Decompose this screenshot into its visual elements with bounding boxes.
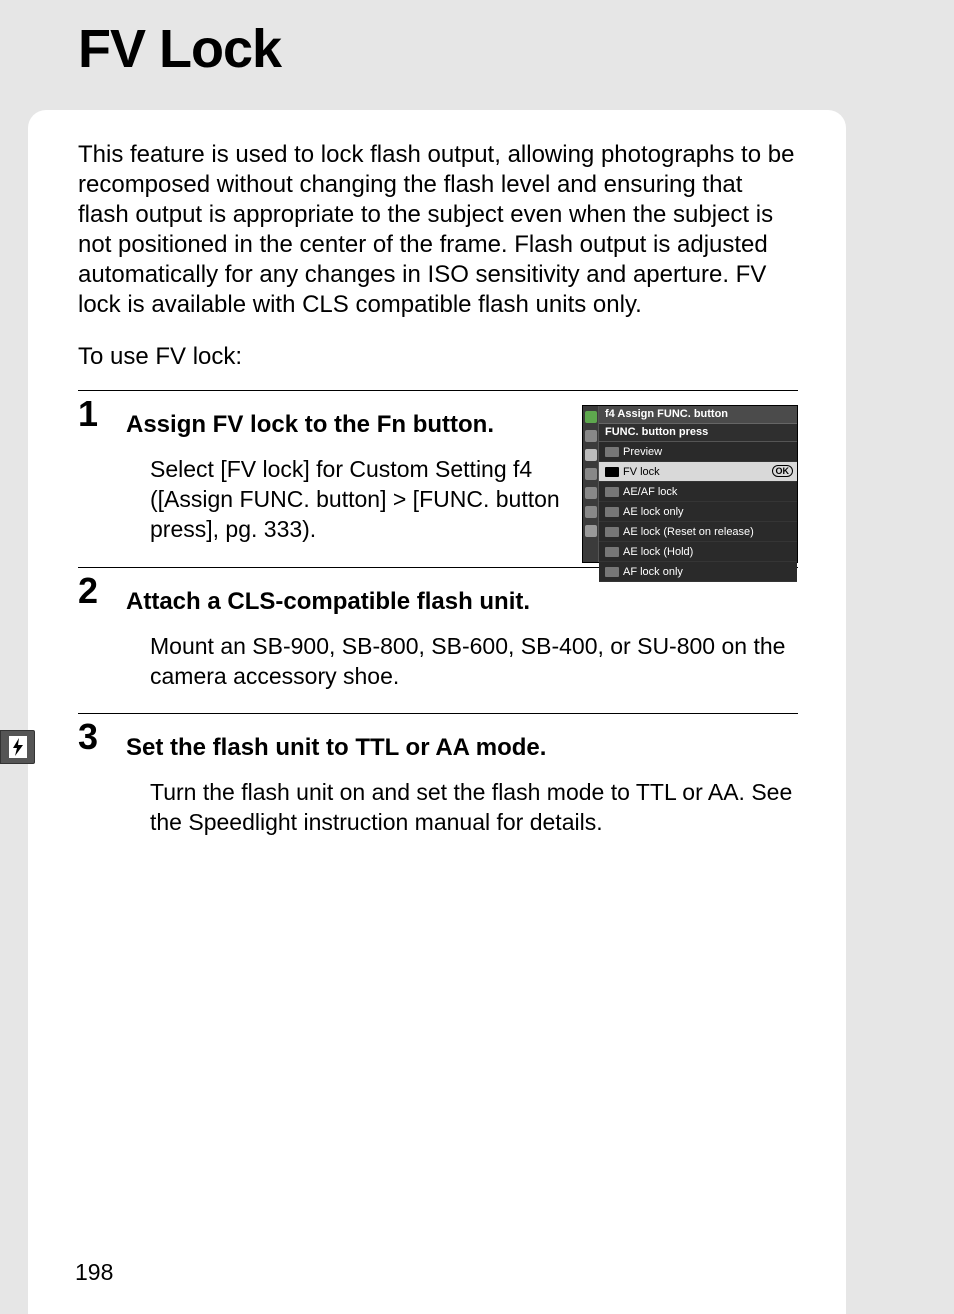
menu-row-label: AE lock only	[623, 506, 684, 518]
fn-label: Fn	[377, 411, 406, 438]
camera-menu-screenshot: f4 Assign FUNC. button FUNC. button pres…	[582, 405, 798, 563]
menu-row-ae-lock-only: AE lock only	[599, 502, 797, 522]
menu-title-primary: f4 Assign FUNC. button	[599, 406, 797, 424]
flash-icon	[9, 736, 27, 758]
help-tab-icon	[585, 525, 597, 537]
step-number: 1	[78, 393, 118, 435]
page-body: This feature is used to lock flash outpu…	[28, 110, 846, 1314]
step-body: Select [FV lock] for Custom Setting f4 (…	[150, 455, 560, 545]
menu-title-secondary: FUNC. button press	[599, 424, 797, 442]
menu-row-ae-af-lock: AE/AF lock	[599, 482, 797, 502]
ae-lock-reset-icon	[605, 527, 619, 537]
ae-af-lock-icon	[605, 487, 619, 497]
section-tab-flash	[0, 730, 35, 764]
page-number: 198	[75, 1259, 113, 1286]
shooting-tab-icon	[585, 430, 597, 442]
step-heading: Attach a CLS-compatible flash unit.	[126, 578, 798, 616]
custom-tab-icon	[585, 449, 597, 461]
step-body: Mount an SB-900, SB-800, SB-600, SB-400,…	[150, 632, 796, 692]
step-heading-pre: Assign FV lock to the	[126, 411, 377, 438]
preview-icon	[605, 447, 619, 457]
ok-badge: OK	[772, 465, 794, 477]
menu-row-label: AE lock (Reset on release)	[623, 526, 754, 538]
mymenu-tab-icon	[585, 506, 597, 518]
page-title: FV Lock	[78, 18, 281, 80]
menu-row-label: AE/AF lock	[623, 486, 677, 498]
playback-tab-icon	[585, 411, 597, 423]
menu-row-fv-lock: FV lock OK	[599, 462, 797, 482]
intro-paragraph: This feature is used to lock flash outpu…	[78, 140, 798, 320]
step-heading-post: button.	[406, 411, 494, 438]
step-2: 2 Attach a CLS-compatible flash unit. Mo…	[78, 568, 798, 714]
step-1: 1 Assign FV lock to the Fn button. Selec…	[78, 391, 798, 567]
setup-tab-icon	[585, 468, 597, 480]
fv-lock-icon	[605, 467, 619, 477]
step-heading: Set the flash unit to TTL or AA mode.	[126, 724, 798, 762]
menu-row-ae-lock-reset: AE lock (Reset on release)	[599, 522, 797, 542]
menu-row-preview: Preview	[599, 442, 797, 462]
menu-row-label: Preview	[623, 446, 662, 458]
lead-line: To use FV lock:	[78, 343, 242, 371]
menu-row-ae-lock-hold: AE lock (Hold)	[599, 542, 797, 562]
title-band: FV Lock	[28, 0, 846, 120]
steps-list: 1 Assign FV lock to the Fn button. Selec…	[78, 390, 798, 860]
ae-lock-only-icon	[605, 507, 619, 517]
menu-row-label: FV lock	[623, 466, 660, 478]
step-body: Turn the flash unit on and set the flash…	[150, 778, 796, 838]
menu-main: f4 Assign FUNC. button FUNC. button pres…	[599, 406, 797, 562]
menu-row-label: AE lock (Hold)	[623, 546, 693, 558]
step-number: 2	[78, 570, 118, 612]
menu-tab-strip	[583, 406, 599, 562]
retouch-tab-icon	[585, 487, 597, 499]
step-3: 3 Set the flash unit to TTL or AA mode. …	[78, 714, 798, 860]
ae-lock-hold-icon	[605, 547, 619, 557]
step-number: 3	[78, 716, 118, 758]
